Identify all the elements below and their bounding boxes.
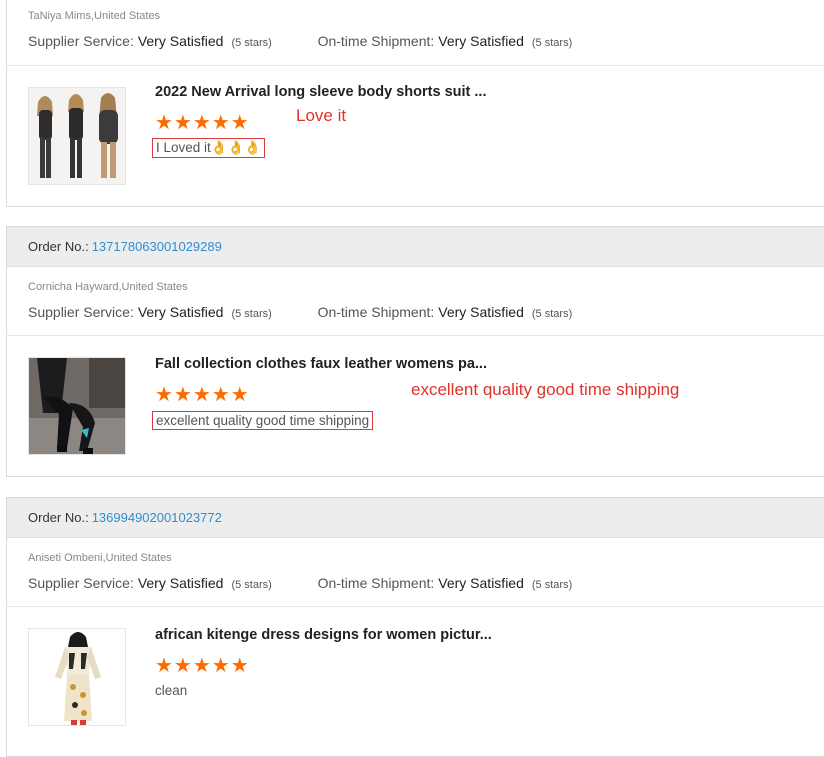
order-number-label: Order No.: bbox=[28, 510, 89, 525]
review-card: Order No.: 137178063001029289 Cornicha H… bbox=[6, 226, 824, 477]
product-title-link[interactable]: Fall collection clothes faux leather wom… bbox=[155, 356, 487, 372]
reviewer-name: Aniseti Ombeni,United States bbox=[28, 552, 172, 564]
supplier-service-value: Very Satisfied bbox=[137, 304, 224, 320]
supplier-service-label: Supplier Service: bbox=[28, 33, 134, 49]
ontime-shipment-stars: (5 stars) bbox=[531, 308, 573, 320]
supplier-service-stars: (5 stars) bbox=[231, 308, 272, 320]
reviewer-name: Cornicha Hayward,United States bbox=[28, 281, 188, 293]
product-thumbnail[interactable] bbox=[28, 87, 126, 185]
product-image bbox=[29, 629, 125, 725]
ontime-shipment-label: On-time Shipment: bbox=[317, 575, 435, 591]
ontime-shipment-value: Very Satisfied bbox=[438, 575, 524, 591]
ontime-shipment-value: Very Satisfied bbox=[438, 304, 524, 320]
reviewer-name: TaNiya Mims,United States bbox=[28, 10, 161, 22]
rating-summary: Supplier Service: Very Satisfied (5 stars)… bbox=[28, 33, 572, 49]
review-comment: clean bbox=[155, 683, 188, 698]
rating-summary: Supplier Service: Very Satisfied (5 stars)… bbox=[28, 304, 572, 320]
rating-stars-icon: ★★★★★ bbox=[155, 384, 250, 406]
annotation-text: Love it bbox=[296, 106, 347, 125]
product-image bbox=[29, 88, 125, 184]
annotation-text: excellent quality good time shipping bbox=[411, 380, 680, 399]
supplier-service-value: Very Satisfied bbox=[137, 33, 224, 49]
product-image bbox=[29, 358, 125, 454]
supplier-service-label: Supplier Service: bbox=[28, 575, 134, 591]
product-thumbnail[interactable] bbox=[28, 628, 126, 726]
ontime-shipment-label: On-time Shipment: bbox=[317, 33, 435, 49]
ontime-shipment-stars: (5 stars) bbox=[531, 37, 573, 49]
rating-stars-icon: ★★★★★ bbox=[155, 112, 250, 134]
review-comment: excellent quality good time shipping bbox=[152, 411, 374, 430]
review-comment: I Loved it👌👌👌 bbox=[152, 138, 266, 158]
supplier-service-value: Very Satisfied bbox=[137, 575, 224, 591]
supplier-service-label: Supplier Service: bbox=[28, 304, 134, 320]
order-number-label: Order No.: bbox=[28, 239, 89, 254]
rating-summary: Supplier Service: Very Satisfied (5 stars)… bbox=[28, 575, 572, 591]
supplier-service-stars: (5 stars) bbox=[231, 579, 272, 591]
order-number-link[interactable]: 136994902001023772 bbox=[92, 510, 222, 525]
order-bar: Order No.: 137178063001029289 bbox=[7, 227, 824, 267]
divider bbox=[7, 335, 824, 336]
ontime-shipment-label: On-time Shipment: bbox=[317, 304, 435, 320]
order-number-link[interactable]: 137178063001029289 bbox=[92, 239, 222, 254]
ontime-shipment-value: Very Satisfied bbox=[438, 33, 524, 49]
divider bbox=[7, 65, 824, 66]
product-title-link[interactable]: 2022 New Arrival long sleeve body shorts… bbox=[155, 84, 486, 100]
supplier-service-stars: (5 stars) bbox=[231, 37, 272, 49]
order-bar: Order No.: 136994902001023772 bbox=[7, 498, 824, 538]
rating-stars-icon: ★★★★★ bbox=[155, 655, 250, 677]
ontime-shipment-stars: (5 stars) bbox=[531, 579, 573, 591]
product-title-link[interactable]: african kitenge dress designs for women … bbox=[155, 627, 492, 643]
review-card: Order No.: 136994902001023772 Aniseti Om… bbox=[6, 497, 824, 757]
product-thumbnail[interactable] bbox=[28, 357, 126, 455]
review-card: TaNiya Mims,United States Supplier Servi… bbox=[6, 0, 824, 207]
divider bbox=[7, 606, 824, 607]
